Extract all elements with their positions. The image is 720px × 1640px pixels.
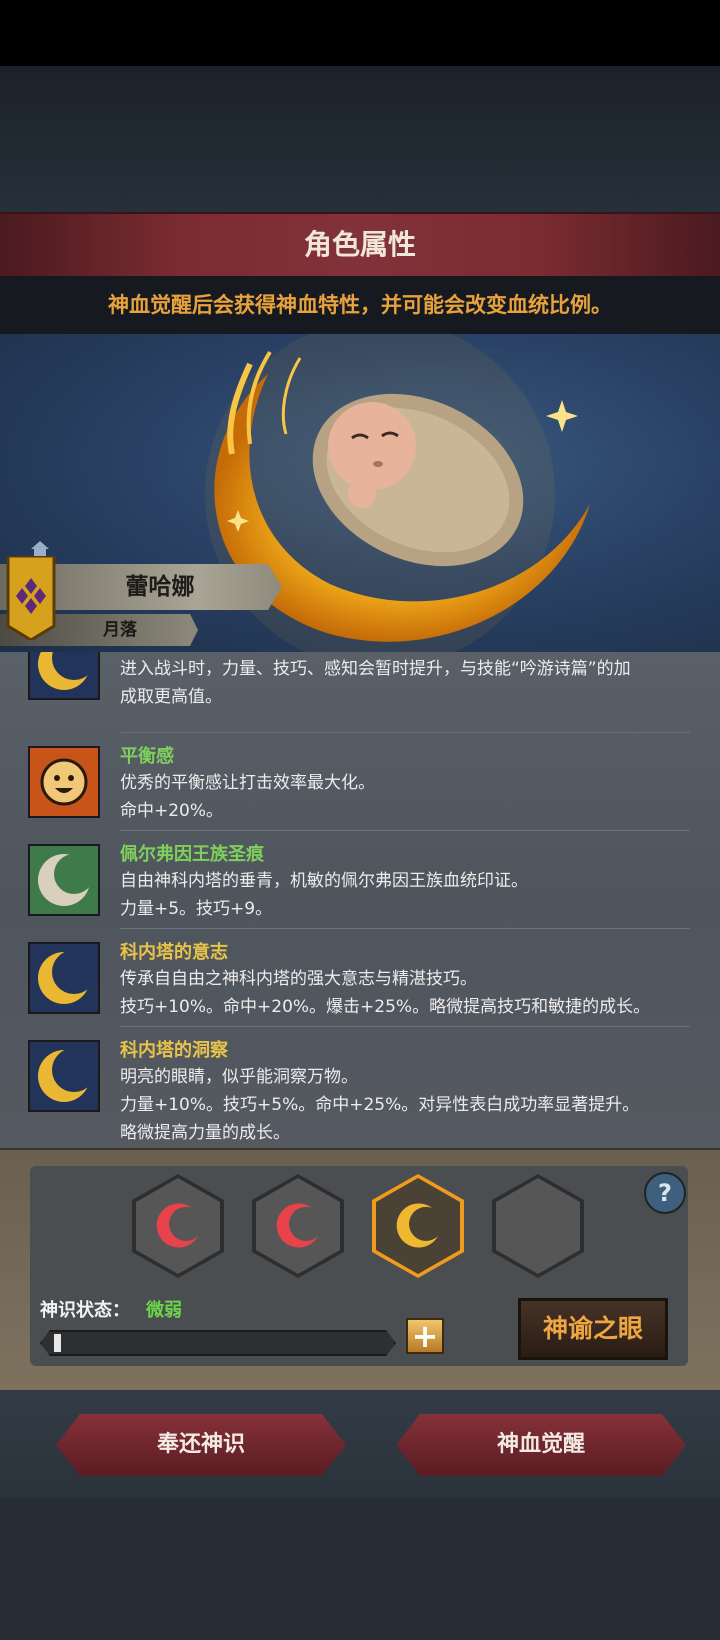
trait-list[interactable]: 进入战斗时，力量、技巧、感知会暂时提升，与技能“吟游诗篇”的加 成取更高值。 平… (0, 652, 720, 1148)
divider (120, 830, 690, 831)
trait-effect: 命中+20%。 (120, 801, 224, 821)
notice-bar: 神血觉醒后会获得神血特性，并可能会改变血统比例。 (0, 276, 720, 334)
trait-effect: 成取更高值。 (120, 687, 222, 707)
awaken-label: 神血觉醒 (496, 1432, 585, 1457)
crescent-moon-icon (28, 942, 100, 1014)
title-bar: 角色属性 (0, 212, 720, 278)
trait-effect: 力量+10%。技巧+5%。命中+25%。对异性表白成功率显著提升。 (120, 1095, 640, 1115)
smiling-sun-icon (28, 746, 100, 818)
trait-effect: 技巧+10%。命中+20%。爆击+25%。略微提高技巧和敏捷的成长。 (120, 997, 651, 1017)
blood-awaken-button[interactable]: 神血觉醒 (396, 1414, 686, 1476)
trait-name: 科内塔的意志 (120, 942, 228, 963)
divider (120, 928, 690, 929)
trait-desc: 明亮的眼睛，似乎能洞察万物。 (120, 1067, 358, 1087)
status-label: 神识状态： (40, 1300, 130, 1321)
divider (120, 732, 690, 733)
gold-crescent-icon (396, 1203, 438, 1248)
trait-desc: 自由神科内塔的垂青，机敏的佩尔弗因王族血统印证。 (120, 871, 528, 891)
trait-desc: 优秀的平衡感让打击效率最大化。 (120, 773, 375, 793)
green-moon-icon (28, 844, 100, 916)
crescent-moon-icon (28, 652, 100, 700)
oracle-eye-label: 神谕之眼 (542, 1314, 643, 1343)
trait-name: 佩尔弗因王族圣痕 (120, 844, 264, 865)
divider (120, 1026, 690, 1027)
notice-text: 神血觉醒后会获得神血特性，并可能会改变血统比例。 (108, 293, 612, 317)
crescent-moon-icon (28, 1040, 100, 1112)
status-value: 微弱 (146, 1300, 182, 1321)
family-crest-icon (6, 556, 56, 640)
progress-fill (54, 1334, 61, 1352)
trait-name: 平衡感 (120, 746, 174, 767)
help-button[interactable]: ? (644, 1172, 686, 1214)
return-label: 奉还神识 (156, 1432, 245, 1457)
return-divine-sense-button[interactable]: 奉还神识 (56, 1414, 346, 1476)
trait-desc: 进入战斗时，力量、技巧、感知会暂时提升，与技能“吟游诗篇”的加 (120, 659, 631, 679)
status-bar (0, 0, 720, 66)
add-button[interactable]: + (406, 1318, 444, 1354)
top-background (0, 66, 720, 212)
trait-desc: 传承自自由之神科内塔的强大意志与精湛技巧。 (120, 969, 477, 989)
divine-sense-progress-bar (40, 1330, 396, 1356)
trait-effect: 力量+5。技巧+9。 (120, 899, 273, 919)
trait-effect-2: 略微提高力量的成长。 (120, 1123, 290, 1143)
oracle-eye-button[interactable]: 神谕之眼 (518, 1298, 668, 1360)
red-crescent-icon (156, 1203, 198, 1248)
trait-name: 科内塔的洞察 (120, 1040, 228, 1061)
red-crescent-icon (276, 1203, 318, 1248)
character-title: 月落 (103, 620, 137, 640)
question-icon: ? (658, 1179, 672, 1207)
character-name: 蕾哈娜 (125, 574, 195, 600)
plus-icon: + (411, 1317, 439, 1355)
page-title: 角色属性 (303, 228, 416, 261)
bottom-background (0, 1498, 720, 1640)
